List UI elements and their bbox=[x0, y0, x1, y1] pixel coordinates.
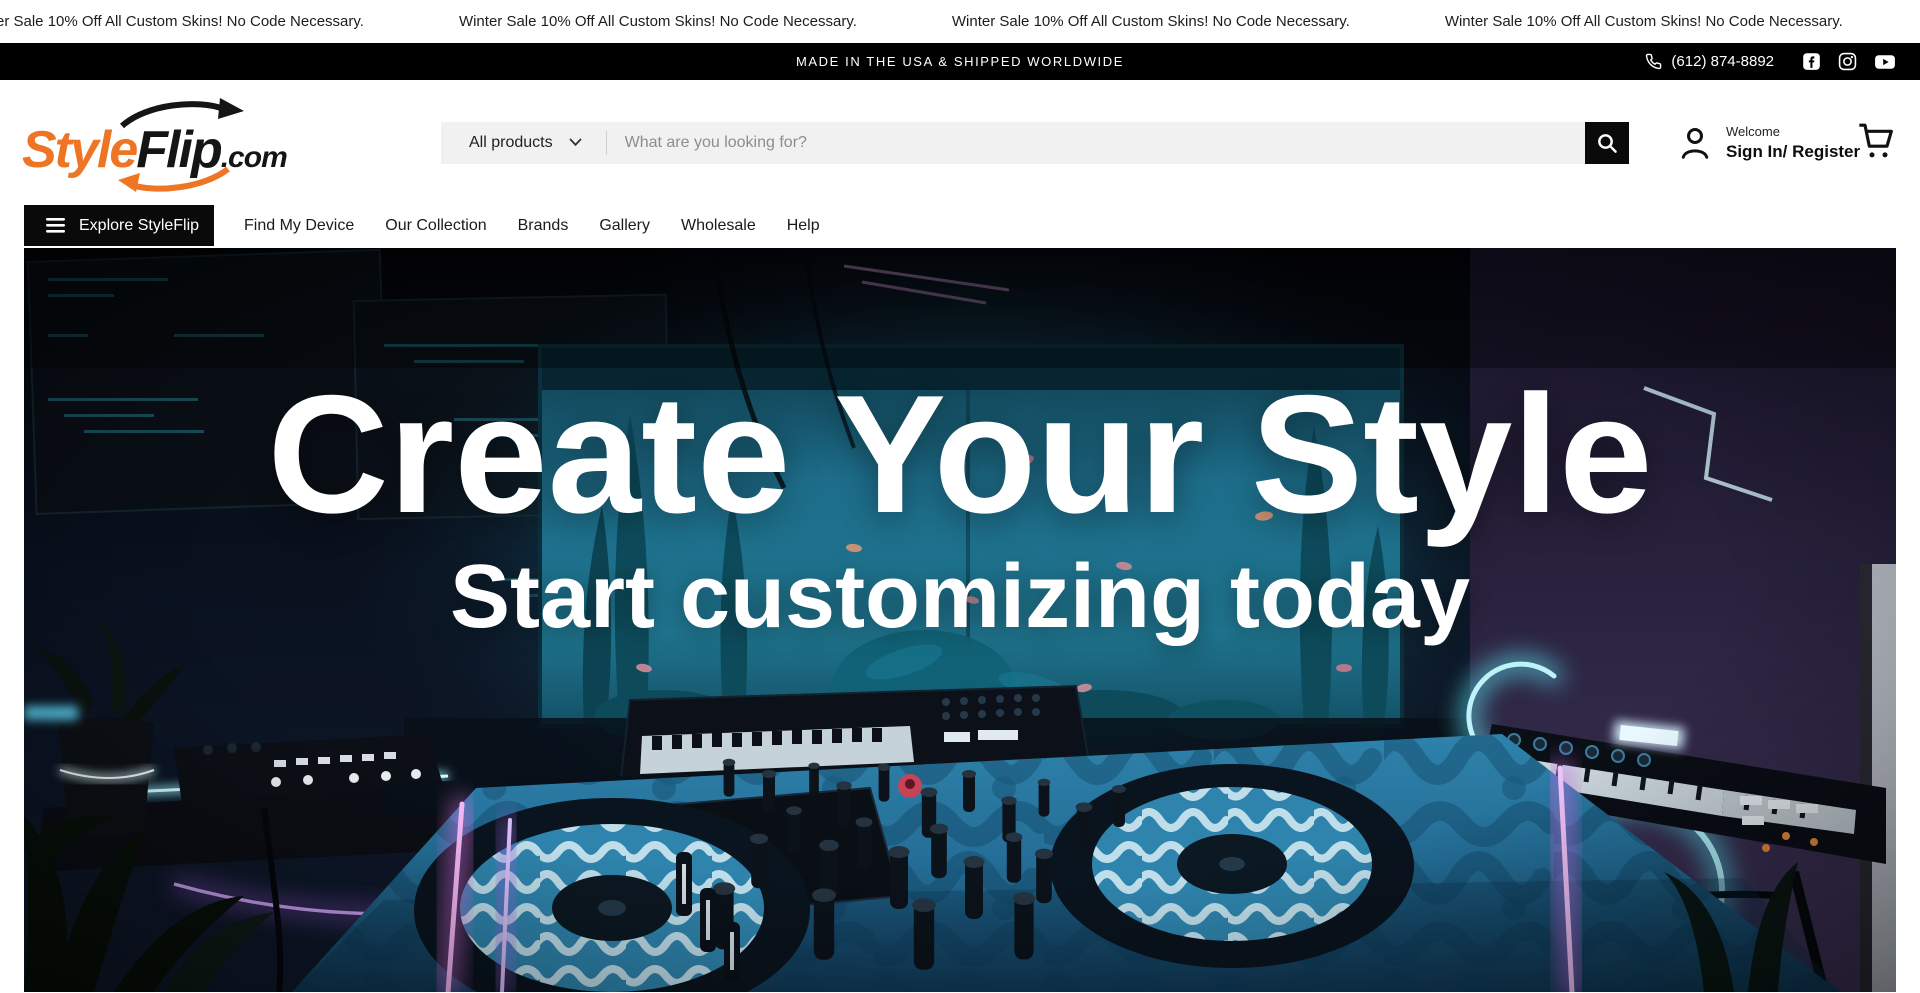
search-category-label: All products bbox=[469, 134, 553, 152]
main-nav: Explore StyleFlip Find My Device Our Col… bbox=[0, 205, 1920, 246]
social-links bbox=[1802, 52, 1896, 71]
marquee-item: Winter Sale 10% Off All Custom Skins! No… bbox=[459, 13, 857, 30]
youtube-link[interactable] bbox=[1874, 53, 1896, 71]
hero-banner: Create Your Style Start customizing toda… bbox=[24, 248, 1896, 992]
welcome-label: Welcome bbox=[1726, 124, 1860, 139]
phone-icon bbox=[1645, 53, 1662, 70]
instagram-icon bbox=[1838, 52, 1857, 71]
nav-item-gallery[interactable]: Gallery bbox=[599, 217, 650, 235]
marquee-item: Winter Sale 10% Off All Custom Skins! No… bbox=[952, 13, 1350, 30]
facebook-icon bbox=[1802, 52, 1821, 71]
nav-item-brands[interactable]: Brands bbox=[518, 217, 569, 235]
nav-item-wholesale[interactable]: Wholesale bbox=[681, 217, 756, 235]
facebook-link[interactable] bbox=[1802, 52, 1821, 71]
logo[interactable]: Style Flip .com bbox=[22, 110, 287, 176]
explore-styleflip-button[interactable]: Explore StyleFlip bbox=[24, 205, 214, 246]
logo-flip-arrow-top-icon bbox=[114, 96, 244, 130]
signin-register-label: Sign In/ Register bbox=[1726, 142, 1860, 162]
nav-item-find-my-device[interactable]: Find My Device bbox=[244, 217, 354, 235]
topbar-message: MADE IN THE USA & SHIPPED WORLDWIDE bbox=[796, 54, 1124, 69]
search-input[interactable] bbox=[607, 122, 1585, 164]
header: Style Flip .com All products Welcome Sig… bbox=[0, 80, 1920, 205]
explore-label: Explore StyleFlip bbox=[79, 217, 199, 235]
instagram-link[interactable] bbox=[1838, 52, 1857, 71]
chevron-down-icon bbox=[569, 138, 582, 147]
user-icon bbox=[1676, 123, 1714, 163]
cart-button[interactable] bbox=[1856, 121, 1896, 164]
marquee-item: Winter Sale 10% Off All Custom Skins! No… bbox=[1445, 13, 1843, 30]
hero-image bbox=[24, 248, 1896, 992]
nav-item-our-collection[interactable]: Our Collection bbox=[385, 217, 486, 235]
cart-icon bbox=[1856, 121, 1896, 161]
topbar: MADE IN THE USA & SHIPPED WORLDWIDE (612… bbox=[0, 43, 1920, 80]
phone-link[interactable]: (612) 874-8892 bbox=[1645, 53, 1774, 70]
topbar-right: (612) 874-8892 bbox=[1645, 43, 1896, 80]
nav-links: Find My Device Our Collection Brands Gal… bbox=[244, 205, 820, 246]
youtube-icon bbox=[1874, 53, 1896, 71]
marquee-item: Winter Sale 10% Off All Custom Skins! No… bbox=[0, 13, 364, 30]
search-bar: All products bbox=[441, 122, 1629, 164]
search-icon bbox=[1595, 131, 1619, 155]
logo-flip-arrow-bottom-icon bbox=[118, 166, 236, 192]
marquee-track: Winter Sale 10% Off All Custom Skins! No… bbox=[0, 13, 1920, 30]
account-button[interactable]: Welcome Sign In/ Register bbox=[1676, 123, 1860, 163]
phone-number: (612) 874-8892 bbox=[1671, 53, 1774, 70]
announcement-bar: Winter Sale 10% Off All Custom Skins! No… bbox=[0, 0, 1920, 43]
search-category-dropdown[interactable]: All products bbox=[441, 122, 606, 164]
search-button[interactable] bbox=[1585, 122, 1629, 164]
hamburger-icon bbox=[46, 218, 65, 233]
nav-item-help[interactable]: Help bbox=[787, 217, 820, 235]
